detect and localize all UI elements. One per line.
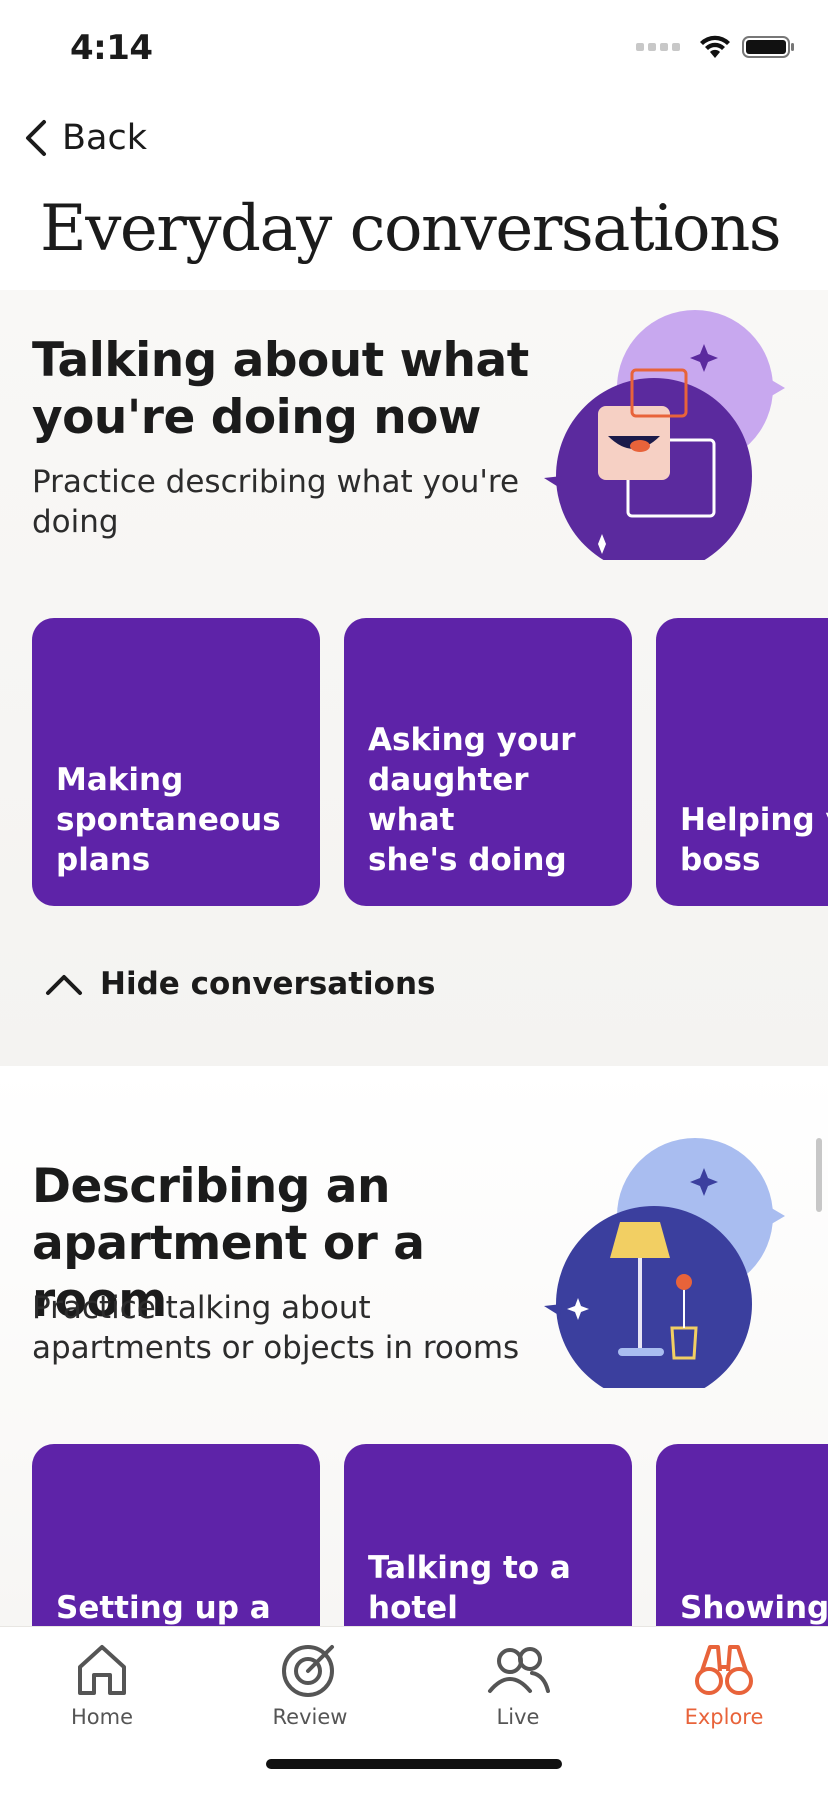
back-label: Back: [62, 118, 147, 158]
home-indicator: [266, 1759, 562, 1769]
status-bar: 4:14: [0, 0, 828, 100]
topic-section-apartment: Describing an apartment or a room Practi…: [0, 1066, 828, 1626]
cellular-signal-icon: [636, 43, 680, 51]
section-heading: Talking about what you're doing now: [32, 333, 529, 445]
tab-label: Explore: [684, 1705, 764, 1729]
tab-explore[interactable]: Explore: [644, 1637, 804, 1747]
page-title: Everyday conversations: [40, 192, 782, 266]
status-icons: [636, 34, 796, 60]
conversation-card[interactable]: Helping y boss: [656, 618, 828, 906]
status-time: 4:14: [70, 28, 153, 68]
conversation-card-row: Making spontaneous plans Asking your dau…: [32, 618, 828, 906]
conversation-card[interactable]: Making spontaneous plans: [32, 618, 320, 906]
back-button[interactable]: Back: [22, 118, 147, 158]
tab-home[interactable]: Home: [22, 1637, 182, 1747]
wifi-icon: [700, 35, 730, 58]
binoculars-icon: [695, 1645, 753, 1695]
topic-section-doing-now: Talking about what you're doing now Prac…: [0, 290, 828, 1066]
battery-icon: [742, 36, 794, 58]
tab-live[interactable]: Live: [438, 1637, 598, 1747]
lamp-illustration: [544, 1138, 785, 1388]
card-label: Setting up a: [56, 1590, 271, 1626]
card-label: Helping y boss: [680, 802, 828, 878]
scroll-indicator[interactable]: [816, 1138, 822, 1212]
chevron-left-icon: [26, 120, 46, 156]
card-label: Showing y: [680, 1590, 828, 1626]
tab-bar: Home Review Live Explore: [0, 1626, 828, 1793]
conversation-card-row: Setting up a Talking to a hotel Showing …: [32, 1444, 828, 1626]
conversation-card[interactable]: Asking your daughter what she's doing: [344, 618, 632, 906]
tab-label: Review: [272, 1705, 348, 1729]
section-description: Practice talking about apartments or obj…: [32, 1290, 520, 1366]
conversation-card[interactable]: Showing y: [656, 1444, 828, 1626]
tab-review[interactable]: Review: [230, 1637, 390, 1747]
target-icon: [282, 1645, 334, 1697]
card-label: Asking your daughter what she's doing: [368, 722, 576, 878]
chat-bubbles-illustration: [544, 310, 785, 560]
conversation-card[interactable]: Setting up a: [32, 1444, 320, 1626]
chevron-up-icon: [46, 975, 82, 995]
hide-conversations-button[interactable]: Hide conversations: [44, 966, 435, 1002]
home-icon: [78, 1645, 126, 1695]
conversation-card[interactable]: Talking to a hotel: [344, 1444, 632, 1626]
tab-label: Live: [496, 1705, 540, 1729]
people-icon: [488, 1647, 550, 1693]
toggle-label: Hide conversations: [100, 966, 436, 1002]
card-label: Talking to a hotel: [368, 1550, 571, 1626]
tab-label: Home: [70, 1705, 133, 1729]
card-label: Making spontaneous plans: [56, 762, 281, 878]
section-description: Practice describing what you're doing: [32, 464, 520, 540]
